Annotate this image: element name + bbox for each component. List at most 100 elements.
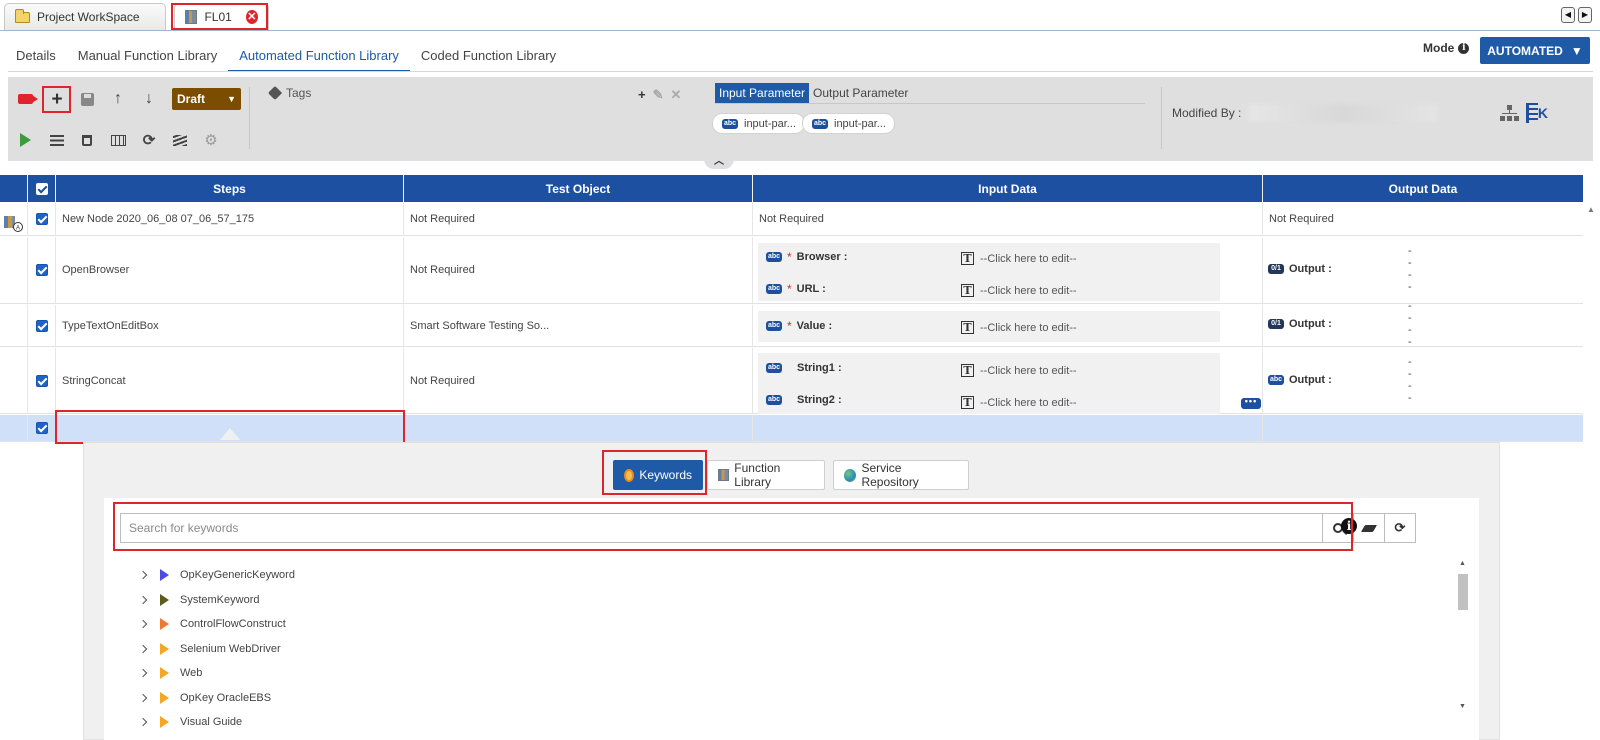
add-step-button[interactable]: + — [46, 88, 68, 110]
keyword-view-icon[interactable]: K — [1526, 103, 1548, 123]
row-checkbox[interactable] — [28, 203, 56, 235]
settings-button[interactable]: ⚙ — [200, 129, 222, 151]
column-header-input-data[interactable]: Input Data — [753, 175, 1263, 202]
tab-fl01[interactable]: FL01 ✕ — [174, 3, 269, 30]
list-button[interactable] — [46, 129, 68, 151]
column-header-test-object[interactable]: Test Object — [404, 175, 753, 202]
collapse-toolbar-icon[interactable]: ︿ — [704, 156, 734, 169]
chevron-right-icon[interactable] — [138, 668, 148, 678]
test-object-cell[interactable]: Not Required — [404, 203, 753, 235]
step-cell[interactable]: New Node 2020_06_08 07_06_57_175 — [56, 203, 404, 235]
step-cell[interactable]: TypeTextOnEditBox — [56, 305, 404, 346]
move-down-button[interactable]: ↓ — [138, 88, 160, 110]
input-data-cell[interactable]: abc * Value : T --Click here to edit-- — [753, 305, 1263, 346]
tree-node[interactable]: SystemKeyword — [138, 591, 259, 609]
refresh-button[interactable]: ⟳ — [138, 129, 160, 151]
row-checkbox[interactable] — [28, 415, 56, 441]
tree-node[interactable]: OpKey OracleEBS — [138, 689, 271, 707]
chevron-right-icon[interactable] — [138, 619, 148, 629]
row-checkbox[interactable] — [28, 348, 56, 413]
tree-node[interactable]: Visual Guide — [138, 713, 242, 731]
chevron-right-icon[interactable] — [138, 595, 148, 605]
chevron-right-icon[interactable] — [138, 693, 148, 703]
param-value-editor[interactable]: T --Click here to edit-- — [961, 284, 1077, 297]
card-view-button[interactable] — [107, 129, 129, 151]
scroll-down-icon[interactable]: ▼ — [1459, 703, 1466, 710]
keyword-search-input[interactable] — [121, 514, 1322, 542]
tab-coded-function-library[interactable]: Coded Function Library — [410, 42, 567, 72]
output-data-cell[interactable]: 0/1 Output : ---- — [1263, 300, 1583, 348]
table-row[interactable]: TypeTextOnEditBox Smart Software Testing… — [0, 300, 1583, 348]
table-row[interactable]: StringConcat Not Required abc String1 : … — [0, 348, 1583, 414]
input-data-cell[interactable]: abc * Browser : T --Click here to edit--… — [753, 237, 1263, 303]
test-object-cell[interactable]: Not Required — [404, 348, 753, 413]
test-object-cell[interactable] — [404, 415, 753, 441]
input-data-cell[interactable] — [753, 415, 1263, 441]
output-data-cell[interactable]: 0/1 Output : ---- — [1263, 237, 1583, 303]
grid-scroll-up-icon[interactable]: ▲ — [1587, 205, 1595, 214]
clear-button[interactable] — [1353, 513, 1385, 543]
scroll-right-icon[interactable]: ▶ — [1578, 7, 1592, 23]
more-options-icon[interactable]: ••• — [1241, 397, 1261, 409]
test-object-cell[interactable]: Smart Software Testing So... — [404, 305, 753, 346]
tree-node[interactable]: Web — [138, 664, 202, 682]
table-row[interactable]: A New Node 2020_06_08 07_06_57_175 Not R… — [0, 203, 1583, 236]
param-value-editor[interactable]: T --Click here to edit-- — [961, 321, 1077, 334]
table-row[interactable]: OpenBrowser Not Required abc * Browser :… — [0, 237, 1583, 304]
column-header-steps[interactable]: Steps — [56, 175, 404, 202]
step-cell[interactable]: OpenBrowser — [56, 237, 404, 303]
tab-details[interactable]: Details — [0, 42, 67, 72]
chevron-right-icon[interactable] — [138, 570, 148, 580]
scroll-up-icon[interactable]: ▲ — [1459, 560, 1466, 567]
row-checkbox[interactable] — [28, 305, 56, 346]
edit-tag-icon[interactable]: ✎ — [653, 87, 664, 103]
output-data-cell[interactable]: Not Required — [1263, 203, 1583, 235]
column-header-output-data[interactable]: Output Data — [1263, 175, 1583, 202]
delete-button[interactable] — [76, 129, 98, 151]
tab-automated-function-library[interactable]: Automated Function Library — [228, 42, 410, 72]
close-tab-icon[interactable]: ✕ — [245, 10, 258, 24]
add-tag-icon[interactable]: + — [638, 87, 646, 103]
record-button[interactable] — [14, 88, 38, 110]
tab-project-workspace[interactable]: Project WorkSpace — [4, 3, 166, 30]
run-button[interactable] — [14, 129, 36, 151]
tab-input-parameter[interactable]: Input Parameter — [715, 83, 810, 103]
tree-node[interactable]: Selenium WebDriver — [138, 640, 281, 658]
tab-keywords[interactable]: Keywords — [613, 460, 703, 490]
param-value-editor[interactable]: T --Click here to edit-- — [961, 252, 1077, 265]
input-data-cell[interactable]: Not Required — [753, 203, 1263, 235]
info-icon[interactable]: i — [1341, 518, 1357, 534]
test-object-cell[interactable]: Not Required — [404, 237, 753, 303]
scrollbar-thumb[interactable] — [1458, 574, 1468, 610]
input-parameter-chip[interactable]: abc input-par... — [802, 113, 895, 134]
step-cell[interactable]: StringConcat — [56, 348, 404, 413]
info-icon[interactable]: i — [1458, 42, 1470, 54]
hierarchy-icon[interactable] — [1500, 105, 1519, 121]
keyword-list-scrollbar[interactable]: ▲ ▼ — [1457, 560, 1469, 710]
output-data-cell[interactable] — [1263, 415, 1583, 441]
output-data-cell[interactable]: abc Output : ---- — [1263, 348, 1583, 413]
param-value-editor[interactable]: T --Click here to edit-- — [961, 364, 1077, 377]
reload-button[interactable]: ⟳ — [1384, 513, 1416, 543]
tree-node[interactable]: OpKeyGenericKeyword — [138, 566, 295, 584]
mode-dropdown[interactable]: AUTOMATED ▼ — [1480, 37, 1590, 64]
chevron-right-icon[interactable] — [138, 717, 148, 727]
tab-function-library[interactable]: Function Library — [707, 460, 825, 490]
remove-tag-icon[interactable]: ✕ — [671, 87, 682, 103]
refresh-icon: ⟳ — [142, 132, 156, 149]
row-checkbox[interactable] — [28, 237, 56, 303]
scroll-left-icon[interactable]: ◀ — [1561, 7, 1575, 23]
tree-node[interactable]: ControlFlowConstruct — [138, 615, 286, 633]
select-all-checkbox[interactable] — [28, 175, 56, 202]
tab-output-parameter[interactable]: Output Parameter — [809, 83, 912, 103]
tab-manual-function-library[interactable]: Manual Function Library — [67, 42, 228, 72]
save-button[interactable] — [76, 88, 98, 110]
input-data-cell[interactable]: abc String1 : T --Click here to edit-- a… — [753, 348, 1263, 414]
layers-button[interactable] — [169, 129, 191, 151]
tab-service-repository[interactable]: Service Repository — [833, 460, 969, 490]
input-parameter-chip[interactable]: abc input-par... — [712, 113, 805, 134]
move-up-button[interactable]: ↑ — [107, 88, 129, 110]
status-dropdown[interactable]: Draft ▼ — [172, 88, 241, 110]
param-value-editor[interactable]: T --Click here to edit-- — [961, 396, 1077, 409]
chevron-right-icon[interactable] — [138, 644, 148, 654]
